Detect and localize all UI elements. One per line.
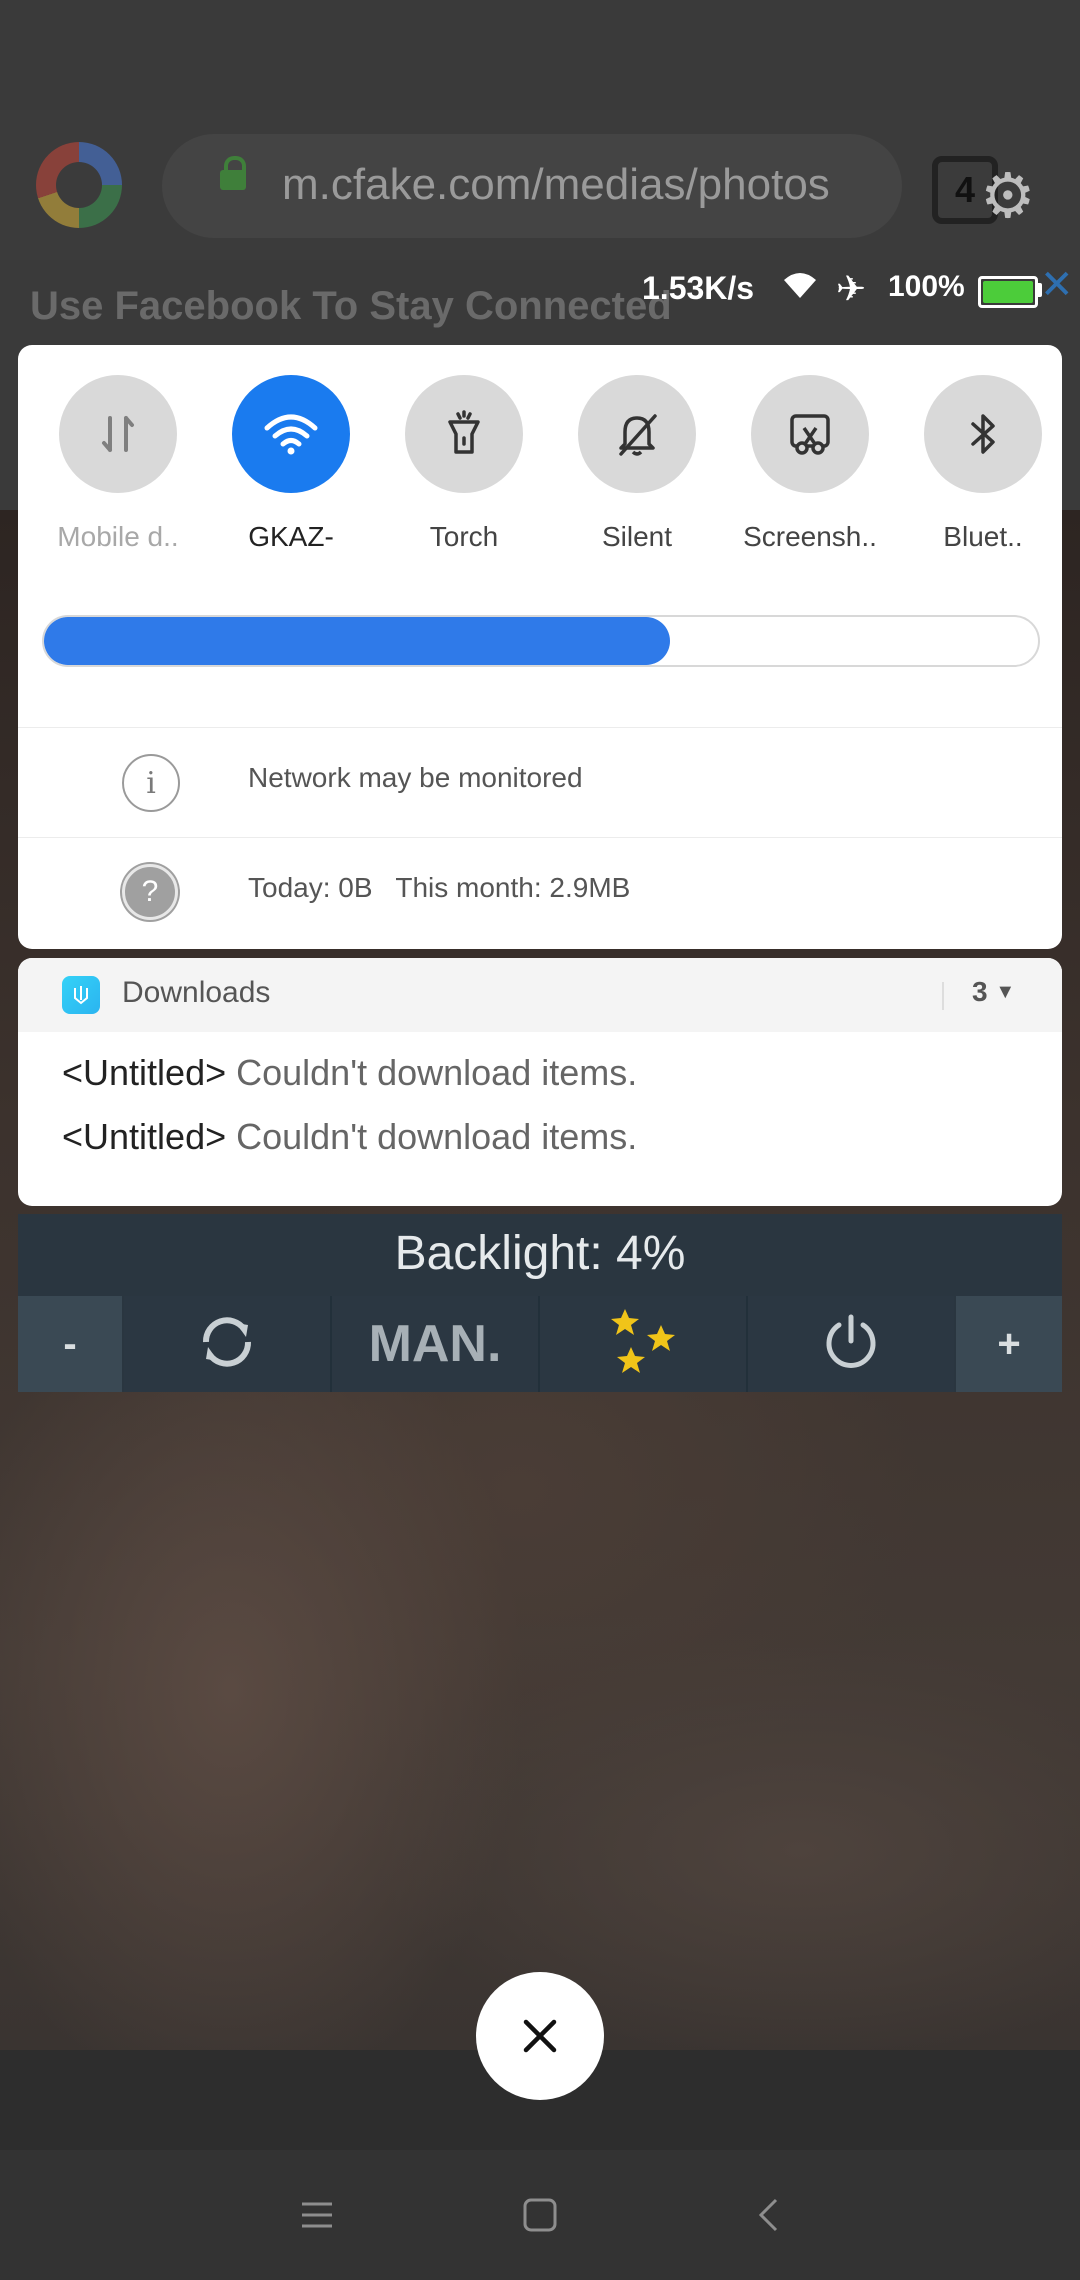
brightness-slider-fill — [44, 617, 671, 665]
power-icon — [820, 1311, 882, 1378]
backlight-minus-button[interactable]: - — [18, 1296, 122, 1392]
tile-mobile-data[interactable]: Mobile d.. — [43, 375, 193, 575]
menu-icon[interactable] — [292, 2190, 342, 2240]
screenshot-icon — [751, 375, 869, 493]
gear-icon: ⚙ — [980, 162, 1036, 231]
google-logo-icon — [36, 142, 122, 228]
backlight-auto-button[interactable] — [124, 1296, 330, 1392]
backlight-plus-button[interactable]: + — [956, 1296, 1062, 1392]
chevron-down-icon: ▼ — [995, 981, 1016, 1003]
wifi-status-icon — [782, 270, 818, 309]
downloads-count-expand[interactable]: 3 ▼ — [972, 976, 1015, 1008]
tile-screenshot[interactable]: Screensh.. — [735, 375, 885, 575]
airplane-mode-icon: ✈ — [836, 268, 867, 309]
backlight-title: Backlight: 4% — [394, 1227, 686, 1280]
tile-label: Silent — [601, 521, 673, 552]
downloads-notification[interactable]: Downloads 3 ▼ <Untitled> Couldn't downlo… — [18, 958, 1062, 1206]
network-notice-row[interactable]: i Network may be monitored — [18, 727, 1062, 838]
wifi-icon — [232, 375, 350, 493]
header-divider — [942, 982, 944, 1010]
tile-silent[interactable]: Silent — [562, 375, 712, 575]
banner-close-icon: ✕ — [1040, 263, 1074, 307]
tile-label: GKAZ- — [248, 521, 334, 552]
download-item-title: <Untitled> — [62, 1116, 227, 1157]
brightness-slider[interactable] — [42, 615, 1040, 667]
tile-label: Mobile d.. — [57, 521, 179, 552]
download-item-title: <Untitled> — [62, 1052, 227, 1093]
backlight-night-button[interactable] — [540, 1296, 746, 1392]
url-text: m.cfake.com/medias/photos — [282, 160, 830, 209]
download-item[interactable]: <Untitled> Couldn't download items. — [62, 1052, 637, 1094]
silent-bell-icon — [578, 375, 696, 493]
close-icon — [523, 2019, 557, 2053]
downloads-app-icon — [62, 976, 100, 1014]
downloads-title: Downloads — [122, 976, 271, 1009]
tile-torch[interactable]: Torch — [389, 375, 539, 575]
download-item[interactable]: <Untitled> Couldn't download items. — [62, 1116, 637, 1158]
torch-icon — [405, 375, 523, 493]
background-status-area — [0, 0, 1080, 110]
backlight-power-button[interactable] — [748, 1296, 954, 1392]
url-bar: m.cfake.com/medias/photos — [162, 134, 902, 238]
network-notice-text: Network may be monitored — [248, 762, 583, 793]
home-icon[interactable] — [515, 2190, 565, 2240]
lock-icon — [220, 156, 246, 190]
backlight-widget: Backlight: 4% - MAN. + — [18, 1214, 1062, 1392]
quick-settings-panel: Mobile d.. GKAZ- Torch Silent Screensh..… — [18, 345, 1062, 949]
tile-label: Bluet.. — [943, 521, 1023, 552]
status-bar: 1.53K/s ✈ 100% ✕ — [0, 262, 1080, 318]
close-notifications-button[interactable] — [476, 1972, 604, 2100]
back-icon[interactable] — [743, 2190, 793, 2240]
tile-label: Screensh.. — [743, 521, 877, 552]
tile-label: Torch — [429, 521, 499, 552]
help-icon: ? — [122, 864, 178, 920]
stars-icon — [605, 1307, 681, 1382]
navigation-bar — [0, 2150, 1080, 2280]
bluetooth-icon — [924, 375, 1042, 493]
download-item-message: Couldn't download items. — [236, 1116, 638, 1157]
network-speed: 1.53K/s — [642, 270, 755, 306]
battery-fill — [983, 281, 1033, 303]
backlight-controls: - MAN. + — [18, 1296, 1062, 1392]
tile-bluetooth[interactable]: Bluet.. — [908, 375, 1058, 575]
backlight-mode-label: MAN. — [368, 1315, 502, 1373]
info-icon: i — [122, 754, 180, 812]
download-item-message: Couldn't download items. — [236, 1052, 638, 1093]
downloads-count: 3 — [972, 976, 988, 1007]
battery-percent: 100% — [888, 270, 965, 303]
data-usage-row[interactable]: ? Today: 0B This month: 2.9MB — [18, 837, 1062, 948]
refresh-icon — [196, 1311, 258, 1378]
data-usage-text: Today: 0B This month: 2.9MB — [248, 872, 631, 903]
battery-icon — [978, 276, 1038, 308]
downloads-header: Downloads 3 ▼ — [18, 958, 1062, 1032]
tile-wifi[interactable]: GKAZ- — [216, 375, 366, 575]
backlight-mode-button[interactable]: MAN. — [332, 1296, 538, 1392]
mobile-data-icon — [59, 375, 177, 493]
